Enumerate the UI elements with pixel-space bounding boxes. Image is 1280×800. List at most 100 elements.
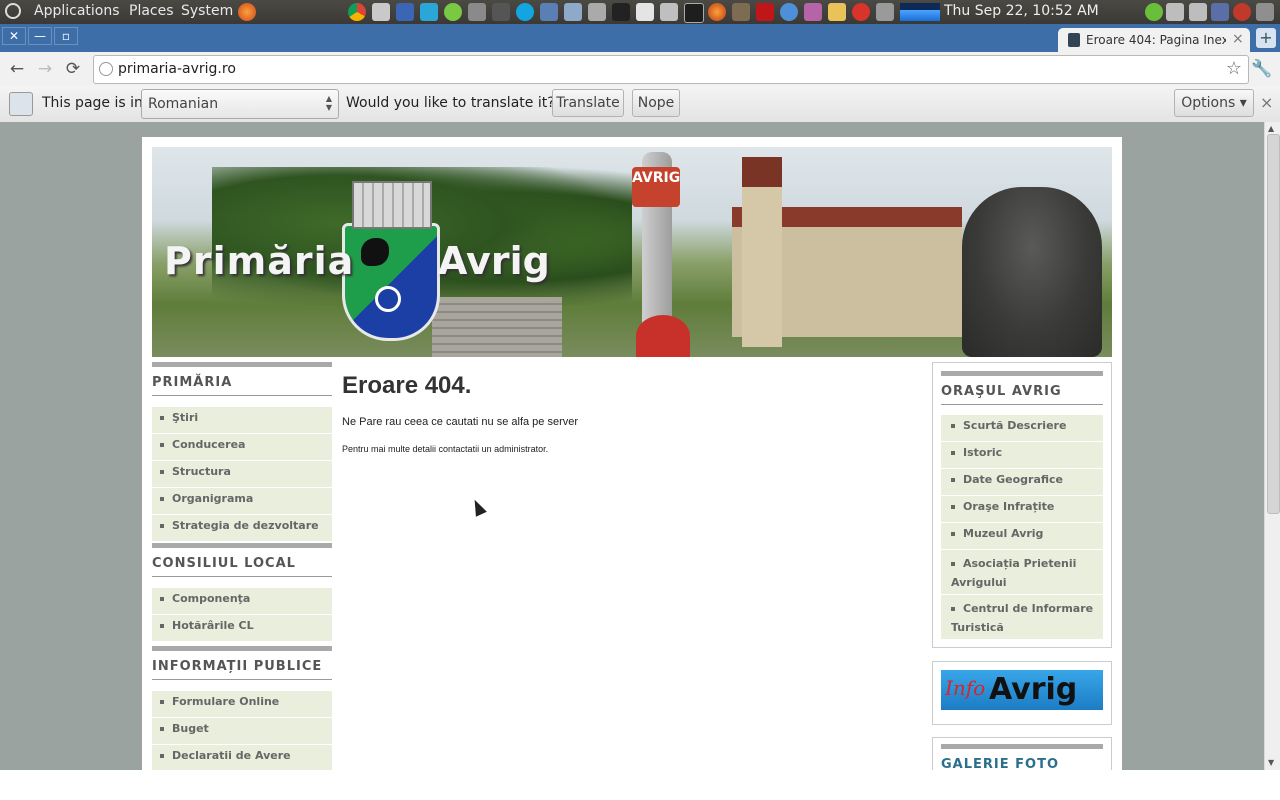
sidebar-item-centrul-informare[interactable]: Centrul de Informare Turistică <box>941 595 1103 640</box>
scroll-down-icon[interactable]: ▼ <box>1268 758 1274 767</box>
power-launcher-icon[interactable] <box>852 3 870 21</box>
folder-launcher-icon[interactable] <box>828 3 846 21</box>
page-info-icon[interactable] <box>99 62 113 76</box>
banner-title-avrig: Avrig <box>438 239 550 283</box>
bullet-icon <box>160 497 164 501</box>
window-close-button[interactable]: ✕ <box>2 27 26 45</box>
media-launcher-icon[interactable] <box>804 3 822 21</box>
translate-question-text: Would you like to translate it? <box>346 95 555 111</box>
tab-strip: ✕ — ▫ Eroare 404: Pagina Inexis × + <box>0 24 1280 52</box>
sidebar-item-hotararile[interactable]: Hotărârile CL <box>152 615 332 642</box>
sidebar-item-stiri[interactable]: Ştiri <box>152 407 332 434</box>
vertical-scrollbar[interactable]: ▲ ▼ <box>1264 122 1280 770</box>
firefox-launcher-icon[interactable] <box>238 3 256 21</box>
error-detail: Pentru mai multe detalii contactatii un … <box>342 444 549 454</box>
sidebar-item-istoric[interactable]: Istoric <box>941 442 1103 469</box>
applications-menu[interactable]: Applications <box>34 3 120 19</box>
tray-icon-2[interactable] <box>1189 3 1207 21</box>
avrig-sign: AVRIG <box>632 167 680 207</box>
sidebar-item-declaratii[interactable]: Declaratii de Avere <box>152 745 332 770</box>
bullet-icon <box>160 597 164 601</box>
bookmark-star-icon[interactable]: ☆ <box>1226 58 1242 79</box>
sidebar-item-date-geografice[interactable]: Date Geografice <box>941 469 1103 496</box>
bullet-icon <box>951 451 955 455</box>
coat-of-arms-shield <box>342 223 440 341</box>
clock[interactable]: Thu Sep 22, 10:52 AM <box>944 3 1099 19</box>
page-title: Eroare 404. <box>342 372 472 399</box>
top-panel: Applications Places System Thu Sep 22, 1… <box>0 0 1280 24</box>
translate-icon <box>9 92 33 116</box>
options-button[interactable]: Options ▾ <box>1174 89 1254 117</box>
bullet-icon <box>160 524 164 528</box>
new-tab-button[interactable]: + <box>1256 28 1276 48</box>
writer-launcher-icon[interactable] <box>396 3 414 21</box>
right-section-orasul: ORAŞUL AVRIG Scurtă Descriere Istoric Da… <box>941 371 1103 640</box>
back-button[interactable]: ← <box>5 57 29 81</box>
wrench-menu-icon[interactable]: 🔧 <box>1250 57 1274 81</box>
inkscape-launcher-icon[interactable] <box>612 3 630 21</box>
pidgin-launcher-icon[interactable] <box>564 3 582 21</box>
tray-icon-1[interactable] <box>1166 3 1184 21</box>
system-monitor-graph <box>900 3 940 21</box>
address-bar[interactable]: primaria-avrig.ro ☆ <box>93 55 1249 84</box>
places-menu[interactable]: Places <box>129 3 174 19</box>
banner-stairs <box>432 297 562 357</box>
forward-button[interactable]: → <box>33 57 57 81</box>
bullet-icon <box>951 424 955 428</box>
skype-launcher-icon[interactable] <box>516 3 534 21</box>
tray-icon-5[interactable] <box>1256 3 1274 21</box>
sidebar-item-componenta[interactable]: Componenţa <box>152 588 332 615</box>
tray-icon-4[interactable] <box>1233 3 1251 21</box>
nope-button[interactable]: Nope <box>632 89 680 117</box>
terminal-launcher-icon[interactable] <box>684 3 704 23</box>
left-section-primaria: PRIMĂRIA Ştiri Conducerea Structura Orga… <box>152 362 332 542</box>
translate-button[interactable]: Translate <box>552 89 624 117</box>
tab-close-icon[interactable]: × <box>1232 31 1244 47</box>
sidebar-item-muzeul-avrig[interactable]: Muzeul Avrig <box>941 523 1103 550</box>
calculator-launcher-icon[interactable] <box>660 3 678 21</box>
browser-tab[interactable]: Eroare 404: Pagina Inexis × <box>1058 28 1250 52</box>
sidebar-item-strategia[interactable]: Strategia de dezvoltare <box>152 515 332 542</box>
system-menu[interactable]: System <box>181 3 233 19</box>
filezilla-launcher-icon[interactable] <box>756 3 774 21</box>
scroll-up-icon[interactable]: ▲ <box>1268 124 1274 133</box>
editor-launcher-icon[interactable] <box>636 3 654 21</box>
virtualbox-launcher-icon[interactable] <box>540 3 558 21</box>
infobar-close-icon[interactable]: × <box>1260 93 1273 112</box>
sidebar-item-structura[interactable]: Structura <box>152 461 332 488</box>
window-maximize-button[interactable]: ▫ <box>54 27 78 45</box>
gimp-launcher-icon[interactable] <box>732 3 750 21</box>
url-text[interactable]: primaria-avrig.ro <box>118 61 236 77</box>
mouse-cursor-icon <box>469 497 487 517</box>
window-minimize-button[interactable]: — <box>28 27 52 45</box>
sidebar-item-asociatia[interactable]: Asociația Prietenii Avrigului <box>941 550 1103 595</box>
reload-button[interactable]: ⟳ <box>61 57 85 81</box>
trash-launcher-icon[interactable] <box>876 3 894 21</box>
app-launcher-icon[interactable] <box>372 3 390 21</box>
bullet-icon <box>160 470 164 474</box>
firefox2-launcher-icon[interactable] <box>708 3 726 21</box>
binary-launcher-icon[interactable] <box>492 3 510 21</box>
chromium-launcher-icon[interactable] <box>780 3 798 21</box>
sidebar-item-organigrama[interactable]: Organigrama <box>152 488 332 515</box>
network-launcher-icon[interactable] <box>468 3 486 21</box>
messenger-launcher-icon[interactable] <box>420 3 438 21</box>
sidebar-item-scurta-descriere[interactable]: Scurtă Descriere <box>941 415 1103 442</box>
tray-icon-3[interactable] <box>1211 3 1229 21</box>
chrome-launcher-icon[interactable] <box>348 3 366 21</box>
scrollbar-thumb[interactable] <box>1267 134 1280 514</box>
sidebar-item-conducerea[interactable]: Conducerea <box>152 434 332 461</box>
language-select[interactable]: Romanian ▲ ▼ <box>141 89 339 119</box>
info-avrig-banner[interactable]: Info Avrig <box>941 670 1103 710</box>
section-heading: PRIMĂRIA <box>152 367 332 396</box>
bullet-icon <box>160 700 164 704</box>
tab-title: Eroare 404: Pagina Inexis <box>1086 33 1226 47</box>
sidebar-item-buget[interactable]: Buget <box>152 718 332 745</box>
sidebar-item-orase-infratite[interactable]: Oraşe Infrațite <box>941 496 1103 523</box>
icq-launcher-icon[interactable] <box>444 3 462 21</box>
sidebar-item-formulare[interactable]: Formulare Online <box>152 691 332 718</box>
ubuntu-logo-icon[interactable] <box>5 3 21 19</box>
network-status-icon[interactable] <box>1145 3 1163 21</box>
section-heading: CONSILIUL LOCAL <box>152 548 332 577</box>
app2-launcher-icon[interactable] <box>588 3 606 21</box>
